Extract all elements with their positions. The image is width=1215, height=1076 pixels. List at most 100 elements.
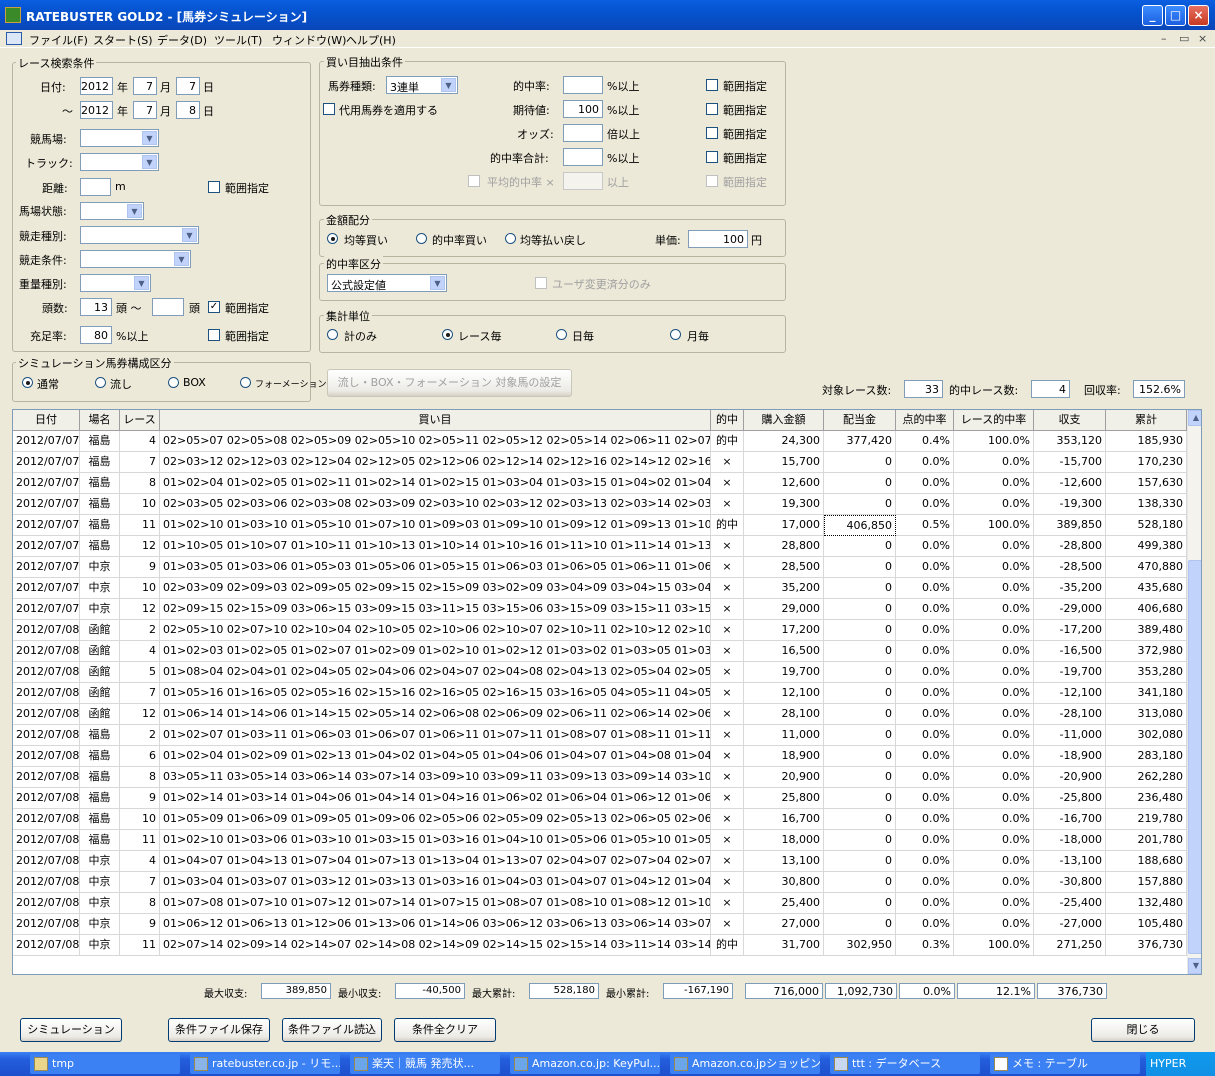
task-amazon2[interactable]: Amazon.co.jpショッピン... (670, 1054, 820, 1074)
close-button[interactable]: 閉じる (1091, 1018, 1195, 1042)
menu-tools[interactable]: ツール(T) (214, 32, 262, 48)
table-row[interactable]: 2012/07/08 中京 4 01>04>07 01>04>13 01>07>04 … (13, 851, 1187, 872)
fill-input[interactable]: 80 (80, 326, 112, 344)
table-row[interactable]: 2012/07/07 中京 12 02>09>15 02>15>09 03>06>15… (13, 599, 1187, 620)
mdi-minimize-button[interactable]: – (1161, 32, 1167, 45)
venue-select[interactable]: ▼ (80, 129, 159, 147)
table-row[interactable]: 2012/07/08 福島 10 01>05>09 01>06>09 01>09>05… (13, 809, 1187, 830)
table-row[interactable]: 2012/07/08 福島 11 01>02>10 01>03>06 01>03>10… (13, 830, 1187, 851)
distance-range-checkbox[interactable] (208, 181, 220, 193)
ev-input[interactable]: 100 (563, 100, 603, 118)
header-balance[interactable]: 収支 (1034, 410, 1106, 431)
table-row[interactable]: 2012/07/08 函館 4 01>02>03 01>02>05 01>02>07 … (13, 641, 1187, 662)
menu-start[interactable]: スタート(S) (93, 32, 153, 48)
table-row[interactable]: 2012/07/07 福島 10 02>03>05 02>03>06 02>03>08… (13, 494, 1187, 515)
scroll-down-icon[interactable]: ▼ (1188, 958, 1201, 974)
table-row[interactable]: 2012/07/08 函館 5 01>08>04 02>04>01 02>04>05 … (13, 662, 1187, 683)
mdi-restore-button[interactable]: ▭ (1179, 32, 1189, 45)
to-year-input[interactable]: 2012 (80, 101, 113, 119)
track-select[interactable]: ▼ (80, 153, 159, 171)
avg-hit-input[interactable] (563, 172, 603, 190)
heads-range-checkbox[interactable]: ✓ (208, 301, 220, 313)
sim-kind-box-radio[interactable] (168, 377, 179, 388)
table-row[interactable]: 2012/07/08 函館 7 01>05>16 01>16>05 02>05>16 … (13, 683, 1187, 704)
condition-select[interactable]: ▼ (80, 202, 144, 220)
to-day-input[interactable]: 8 (176, 101, 200, 119)
sim-kind-formation-radio[interactable] (240, 377, 251, 388)
from-month-input[interactable]: 7 (133, 77, 157, 95)
table-row[interactable]: 2012/07/08 中京 9 01>06>12 01>06>13 01>12>06 … (13, 914, 1187, 935)
close-window-button[interactable]: × (1188, 5, 1209, 26)
table-row[interactable]: 2012/07/07 福島 8 01>02>04 01>02>05 01>02>11 … (13, 473, 1187, 494)
table-row[interactable]: 2012/07/08 福島 2 01>02>07 01>03>11 01>06>03 … (13, 725, 1187, 746)
agg-day-radio[interactable] (556, 329, 567, 340)
unit-price-input[interactable]: 100 (688, 230, 748, 248)
hit-total-range-checkbox[interactable] (706, 151, 718, 163)
sim-kind-nagashi-radio[interactable] (95, 377, 106, 388)
hit-kind-select[interactable]: 公式設定値 ▼ (327, 274, 447, 292)
header-buy[interactable]: 購入金額 (744, 410, 824, 431)
save-conditions-button[interactable]: 条件ファイル保存 (168, 1018, 270, 1042)
header-race[interactable]: レース (120, 410, 160, 431)
agg-race-radio[interactable] (442, 329, 453, 340)
hit-input[interactable] (563, 76, 603, 94)
weight-select[interactable]: ▼ (80, 274, 151, 292)
header-point-hit[interactable]: 点的中率 (896, 410, 954, 431)
scroll-thumb[interactable] (1188, 560, 1201, 954)
scroll-up-icon[interactable]: ▲ (1188, 410, 1201, 426)
distance-input[interactable] (80, 178, 111, 196)
table-row[interactable]: 2012/07/08 中京 8 01>07>08 01>07>10 01>07>12 … (13, 893, 1187, 914)
hit-range-checkbox[interactable] (706, 79, 718, 91)
user-only-checkbox[interactable] (535, 277, 547, 289)
amount-payout-radio[interactable] (505, 233, 516, 244)
table-row[interactable]: 2012/07/08 中京 7 01>03>04 01>03>07 01>03>12 … (13, 872, 1187, 893)
formation-settings-button[interactable]: 流し・BOX・フォーメーション 対象馬の設定 (327, 369, 572, 397)
table-row[interactable]: 2012/07/08 福島 9 01>02>14 01>03>14 01>04>06 … (13, 788, 1187, 809)
from-day-input[interactable]: 7 (176, 77, 200, 95)
heads-to-input[interactable] (152, 298, 184, 316)
load-conditions-button[interactable]: 条件ファイル読込 (282, 1018, 382, 1042)
ev-range-checkbox[interactable] (706, 103, 718, 115)
simulate-button[interactable]: シミュレーション (20, 1018, 122, 1042)
task-amazon1[interactable]: Amazon.co.jp: KeyPul... (510, 1054, 660, 1074)
table-row[interactable]: 2012/07/08 函館 12 01>06>14 01>14>06 01>14>15… (13, 704, 1187, 725)
fill-range-checkbox[interactable] (208, 329, 220, 341)
task-rakuten[interactable]: 楽天｜競馬 発売状... (350, 1054, 500, 1074)
ticket-select[interactable]: 3連単 ▼ (386, 76, 458, 94)
results-table[interactable]: 日付 場名 レース 買い目 的中 購入金額 配当金 点的中率 レース的中率 収支 累計 2012/0… (12, 409, 1202, 975)
to-month-input[interactable]: 7 (133, 101, 157, 119)
table-row[interactable]: 2012/07/08 函館 2 02>05>10 02>07>10 02>10>04 … (13, 620, 1187, 641)
table-row[interactable]: 2012/07/07 中京 9 01>03>05 01>03>06 01>05>03 … (13, 557, 1187, 578)
task-ttt[interactable]: ttt : データベース (830, 1054, 980, 1074)
header-hit[interactable]: 的中 (711, 410, 744, 431)
amount-hitrate-radio[interactable] (416, 233, 427, 244)
from-year-input[interactable]: 2012 (80, 77, 113, 95)
header-cumulative[interactable]: 累計 (1106, 410, 1187, 431)
header-date[interactable]: 日付 (13, 410, 80, 431)
table-row[interactable]: 2012/07/07 中京 10 02>03>09 02>09>03 02>09>05… (13, 578, 1187, 599)
substitute-checkbox[interactable] (323, 103, 335, 115)
odds-input[interactable] (563, 124, 603, 142)
vertical-scrollbar[interactable]: ▲ ▼ (1187, 410, 1201, 974)
header-bets[interactable]: 買い目 (160, 410, 711, 431)
header-race-hit[interactable]: レース的中率 (954, 410, 1034, 431)
task-tmp[interactable]: tmp (30, 1054, 180, 1074)
menu-help[interactable]: ヘルプ(H) (346, 32, 396, 48)
task-remote[interactable]: ratebuster.co.jp - リモ... (190, 1054, 340, 1074)
hit-total-input[interactable] (563, 148, 603, 166)
odds-range-checkbox[interactable] (706, 127, 718, 139)
table-row[interactable]: 2012/07/07 福島 4 02>05>07 02>05>08 02>05>09 … (13, 431, 1187, 452)
clear-conditions-button[interactable]: 条件全クリア (394, 1018, 496, 1042)
table-row[interactable]: 2012/07/07 福島 11 01>02>10 01>03>10 01>05>10… (13, 515, 1187, 536)
race-cond-select[interactable]: ▼ (80, 250, 191, 268)
menu-file[interactable]: ファイル(F) (29, 32, 88, 48)
avg-range-checkbox[interactable] (706, 175, 718, 187)
avg-hit-checkbox[interactable] (468, 175, 480, 187)
table-row[interactable]: 2012/07/08 福島 6 01>02>04 01>02>09 01>02>13 … (13, 746, 1187, 767)
agg-total-radio[interactable] (327, 329, 338, 340)
heads-from-input[interactable]: 13 (80, 298, 112, 316)
table-row[interactable]: 2012/07/08 福島 8 03>05>11 03>05>14 03>06>14 … (13, 767, 1187, 788)
table-row[interactable]: 2012/07/07 福島 12 01>10>05 01>10>07 01>10>11… (13, 536, 1187, 557)
table-row[interactable]: 2012/07/08 中京 11 02>07>14 02>09>14 02>14>07… (13, 935, 1187, 956)
header-venue[interactable]: 場名 (80, 410, 120, 431)
